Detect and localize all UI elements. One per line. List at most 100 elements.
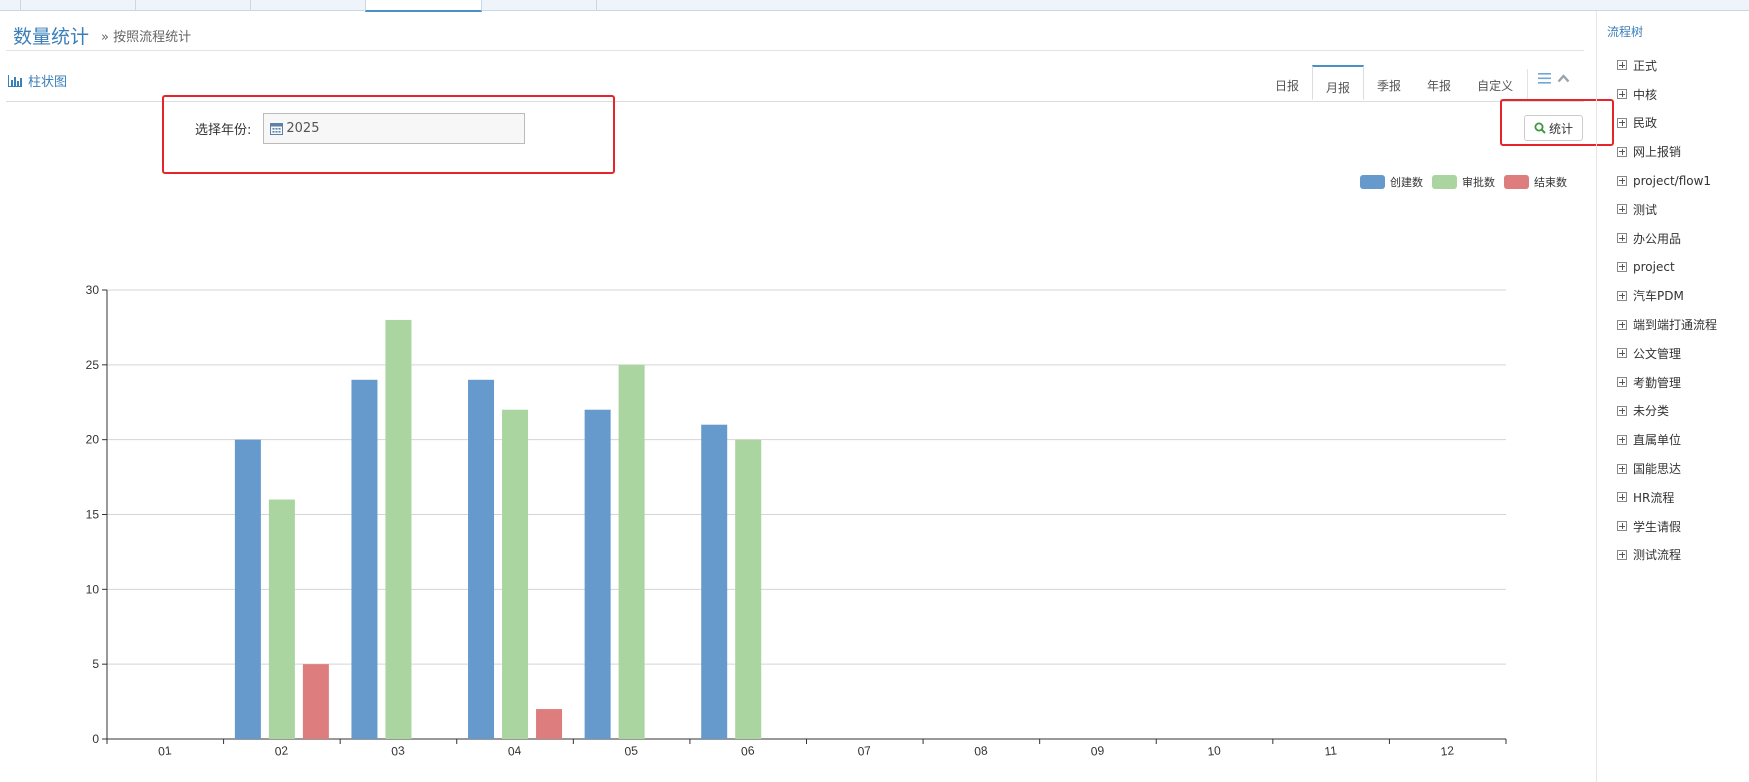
x-tick-label: 06 [740, 743, 755, 758]
tree-item-label: 测试流程 [1633, 548, 1682, 563]
x-tick-label: 09 [1090, 743, 1105, 758]
bar-审批数-03[interactable] [385, 319, 412, 739]
expand-icon[interactable] [1617, 89, 1627, 100]
flow-tree: 正式中核 民政 网上报销 project/flow1 测试办公用品 project 汽车PD… [1617, 51, 1717, 569]
tree-item[interactable]: 国能思达 [1617, 454, 1717, 483]
sidebar-title: 流程树 [1607, 25, 1644, 39]
chart-panel-title: 柱状图 [28, 75, 68, 90]
expand-icon[interactable] [1617, 348, 1627, 359]
expand-icon[interactable] [1617, 492, 1627, 503]
tree-item-label: 正式 [1633, 58, 1658, 73]
expand-icon[interactable] [1617, 377, 1627, 388]
chart-panel-label: 柱状图 [8, 71, 67, 90]
legend-item-approved[interactable]: 审批数 [1432, 174, 1495, 190]
y-tick-label: 5 [92, 657, 99, 671]
tab-monthly[interactable]: 月报 [1312, 65, 1365, 100]
bar-审批数-05[interactable] [618, 364, 645, 739]
expand-icon[interactable] [1617, 117, 1627, 128]
expand-icon[interactable] [1617, 463, 1627, 474]
tree-item[interactable]: project [1617, 253, 1717, 282]
tree-item[interactable]: 公文管理 [1617, 339, 1717, 368]
menu-icon[interactable] [1538, 73, 1551, 84]
y-tick-label: 30 [86, 283, 100, 297]
tree-item[interactable]: 直属单位 [1617, 425, 1717, 454]
top-tab[interactable] [135, 0, 251, 10]
x-tick-label: 02 [274, 743, 289, 758]
legend-item-created[interactable]: 创建数 [1360, 174, 1423, 190]
expand-icon[interactable] [1617, 233, 1627, 244]
y-tick-label: 10 [86, 582, 100, 596]
tree-item[interactable]: 学生请假 [1617, 512, 1717, 541]
bar-chart-icon [8, 74, 22, 87]
tree-item[interactable]: 网上报销 [1617, 137, 1717, 166]
expand-icon[interactable] [1617, 434, 1627, 445]
top-tab[interactable] [20, 0, 136, 10]
y-tick-label: 25 [86, 358, 100, 372]
bar-创建数-02[interactable] [234, 439, 261, 739]
main-content: 数量统计 » 按照流程统计 柱状图 日报 月报 季报 年报 自定义 选择年份: … [0, 11, 1614, 782]
bar-创建数-03[interactable] [351, 379, 378, 739]
tree-item[interactable]: 中核 [1617, 80, 1717, 109]
tree-item-label: 学生请假 [1633, 519, 1682, 534]
tree-item[interactable]: 端到端打通流程 [1617, 310, 1717, 339]
tab-yearly[interactable]: 年报 [1414, 65, 1464, 100]
tree-item[interactable]: 汽车PDM [1617, 281, 1717, 310]
expand-icon[interactable] [1617, 146, 1627, 157]
expand-icon[interactable] [1617, 175, 1627, 186]
legend-label-approved: 审批数 [1462, 176, 1495, 189]
tab-quarterly[interactable]: 季报 [1364, 65, 1414, 100]
tree-item[interactable]: 未分类 [1617, 397, 1717, 426]
tree-item[interactable]: 测试流程 [1617, 541, 1717, 570]
tree-item[interactable]: HR流程 [1617, 483, 1717, 512]
expand-icon[interactable] [1617, 60, 1627, 71]
legend-swatch-approved [1432, 175, 1457, 189]
panel-tools [1538, 73, 1570, 84]
bar-结束数-04[interactable] [536, 709, 563, 739]
breadcrumb: » 按照流程统计 [101, 29, 192, 45]
y-tick-label: 15 [86, 508, 100, 522]
tree-item-label: 考勤管理 [1633, 375, 1682, 390]
page-title: 数量统计 [13, 25, 90, 48]
chart-legend: 创建数 审批数 结束数 [1360, 174, 1576, 190]
top-tab[interactable] [481, 0, 597, 10]
bar-审批数-04[interactable] [502, 409, 529, 739]
flow-tree-sidebar: 流程树 正式中核 民政 网上报销 project/flow1 测试办公用品 project… [1596, 11, 1749, 782]
tree-item-label: 汽车PDM [1633, 289, 1684, 304]
bar-审批数-02[interactable] [268, 499, 295, 739]
expand-icon[interactable] [1617, 521, 1627, 532]
tree-item[interactable]: 正式 [1617, 51, 1717, 80]
tab-custom[interactable]: 自定义 [1464, 65, 1526, 100]
x-tick-label: 03 [391, 743, 406, 758]
chevron-up-icon[interactable] [1557, 74, 1570, 83]
tree-item[interactable]: 考勤管理 [1617, 368, 1717, 397]
top-tab[interactable] [0, 0, 21, 10]
expand-icon[interactable] [1617, 204, 1627, 215]
expand-icon[interactable] [1617, 405, 1627, 416]
bar-创建数-05[interactable] [584, 409, 611, 739]
y-tick-label: 20 [86, 433, 100, 447]
bar-创建数-06[interactable] [701, 424, 728, 739]
x-tick-label: 04 [507, 743, 522, 758]
bar-创建数-04[interactable] [468, 379, 495, 739]
legend-item-finished[interactable]: 结束数 [1504, 174, 1567, 190]
expand-icon[interactable] [1617, 261, 1627, 272]
tree-item[interactable]: 办公用品 [1617, 224, 1717, 253]
expand-icon[interactable] [1617, 549, 1627, 560]
toolbar-separator [1527, 69, 1528, 99]
year-filter-highlight [162, 95, 615, 174]
legend-label-finished: 结束数 [1534, 176, 1567, 189]
expand-icon[interactable] [1617, 290, 1627, 301]
x-tick-label: 10 [1207, 743, 1222, 758]
expand-icon[interactable] [1617, 319, 1627, 330]
y-tick-label: 0 [92, 732, 99, 746]
tree-item[interactable]: project/flow1 [1617, 166, 1717, 195]
bar-结束数-02[interactable] [302, 664, 329, 739]
tab-daily[interactable]: 日报 [1262, 65, 1312, 100]
tree-item-label: 办公用品 [1633, 231, 1682, 246]
tree-item[interactable]: 民政 [1617, 109, 1717, 138]
tree-item-label: 未分类 [1633, 404, 1670, 419]
bar-审批数-06[interactable] [735, 439, 762, 739]
tree-item[interactable]: 测试 [1617, 195, 1717, 224]
x-tick-label: 01 [157, 743, 172, 758]
top-tab[interactable] [250, 0, 366, 10]
